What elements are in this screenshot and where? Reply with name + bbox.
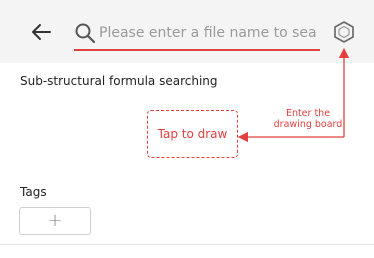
top-bar xyxy=(0,0,374,63)
search-icon xyxy=(75,23,96,44)
tap-to-draw-area[interactable]: Tap to draw xyxy=(147,110,238,158)
substructure-search-title: Sub-structural formula searching xyxy=(20,74,218,88)
hexagon-icon xyxy=(334,21,354,43)
search-box xyxy=(74,17,322,51)
arrow-left-icon xyxy=(32,24,51,40)
divider xyxy=(0,244,374,245)
hint-line-1: Enter the xyxy=(285,108,331,119)
back-button[interactable] xyxy=(30,22,52,42)
add-tag-button[interactable]: + xyxy=(19,207,91,235)
search-underline xyxy=(74,49,320,51)
drawing-board-hint: Enter the drawing board xyxy=(262,108,354,130)
plus-icon: + xyxy=(47,210,63,231)
tags-title: Tags xyxy=(20,185,47,199)
tap-to-draw-label: Tap to draw xyxy=(157,127,228,141)
hint-line-2: drawing board xyxy=(273,119,343,130)
drawing-board-button[interactable] xyxy=(333,20,355,44)
search-input[interactable] xyxy=(99,21,316,45)
